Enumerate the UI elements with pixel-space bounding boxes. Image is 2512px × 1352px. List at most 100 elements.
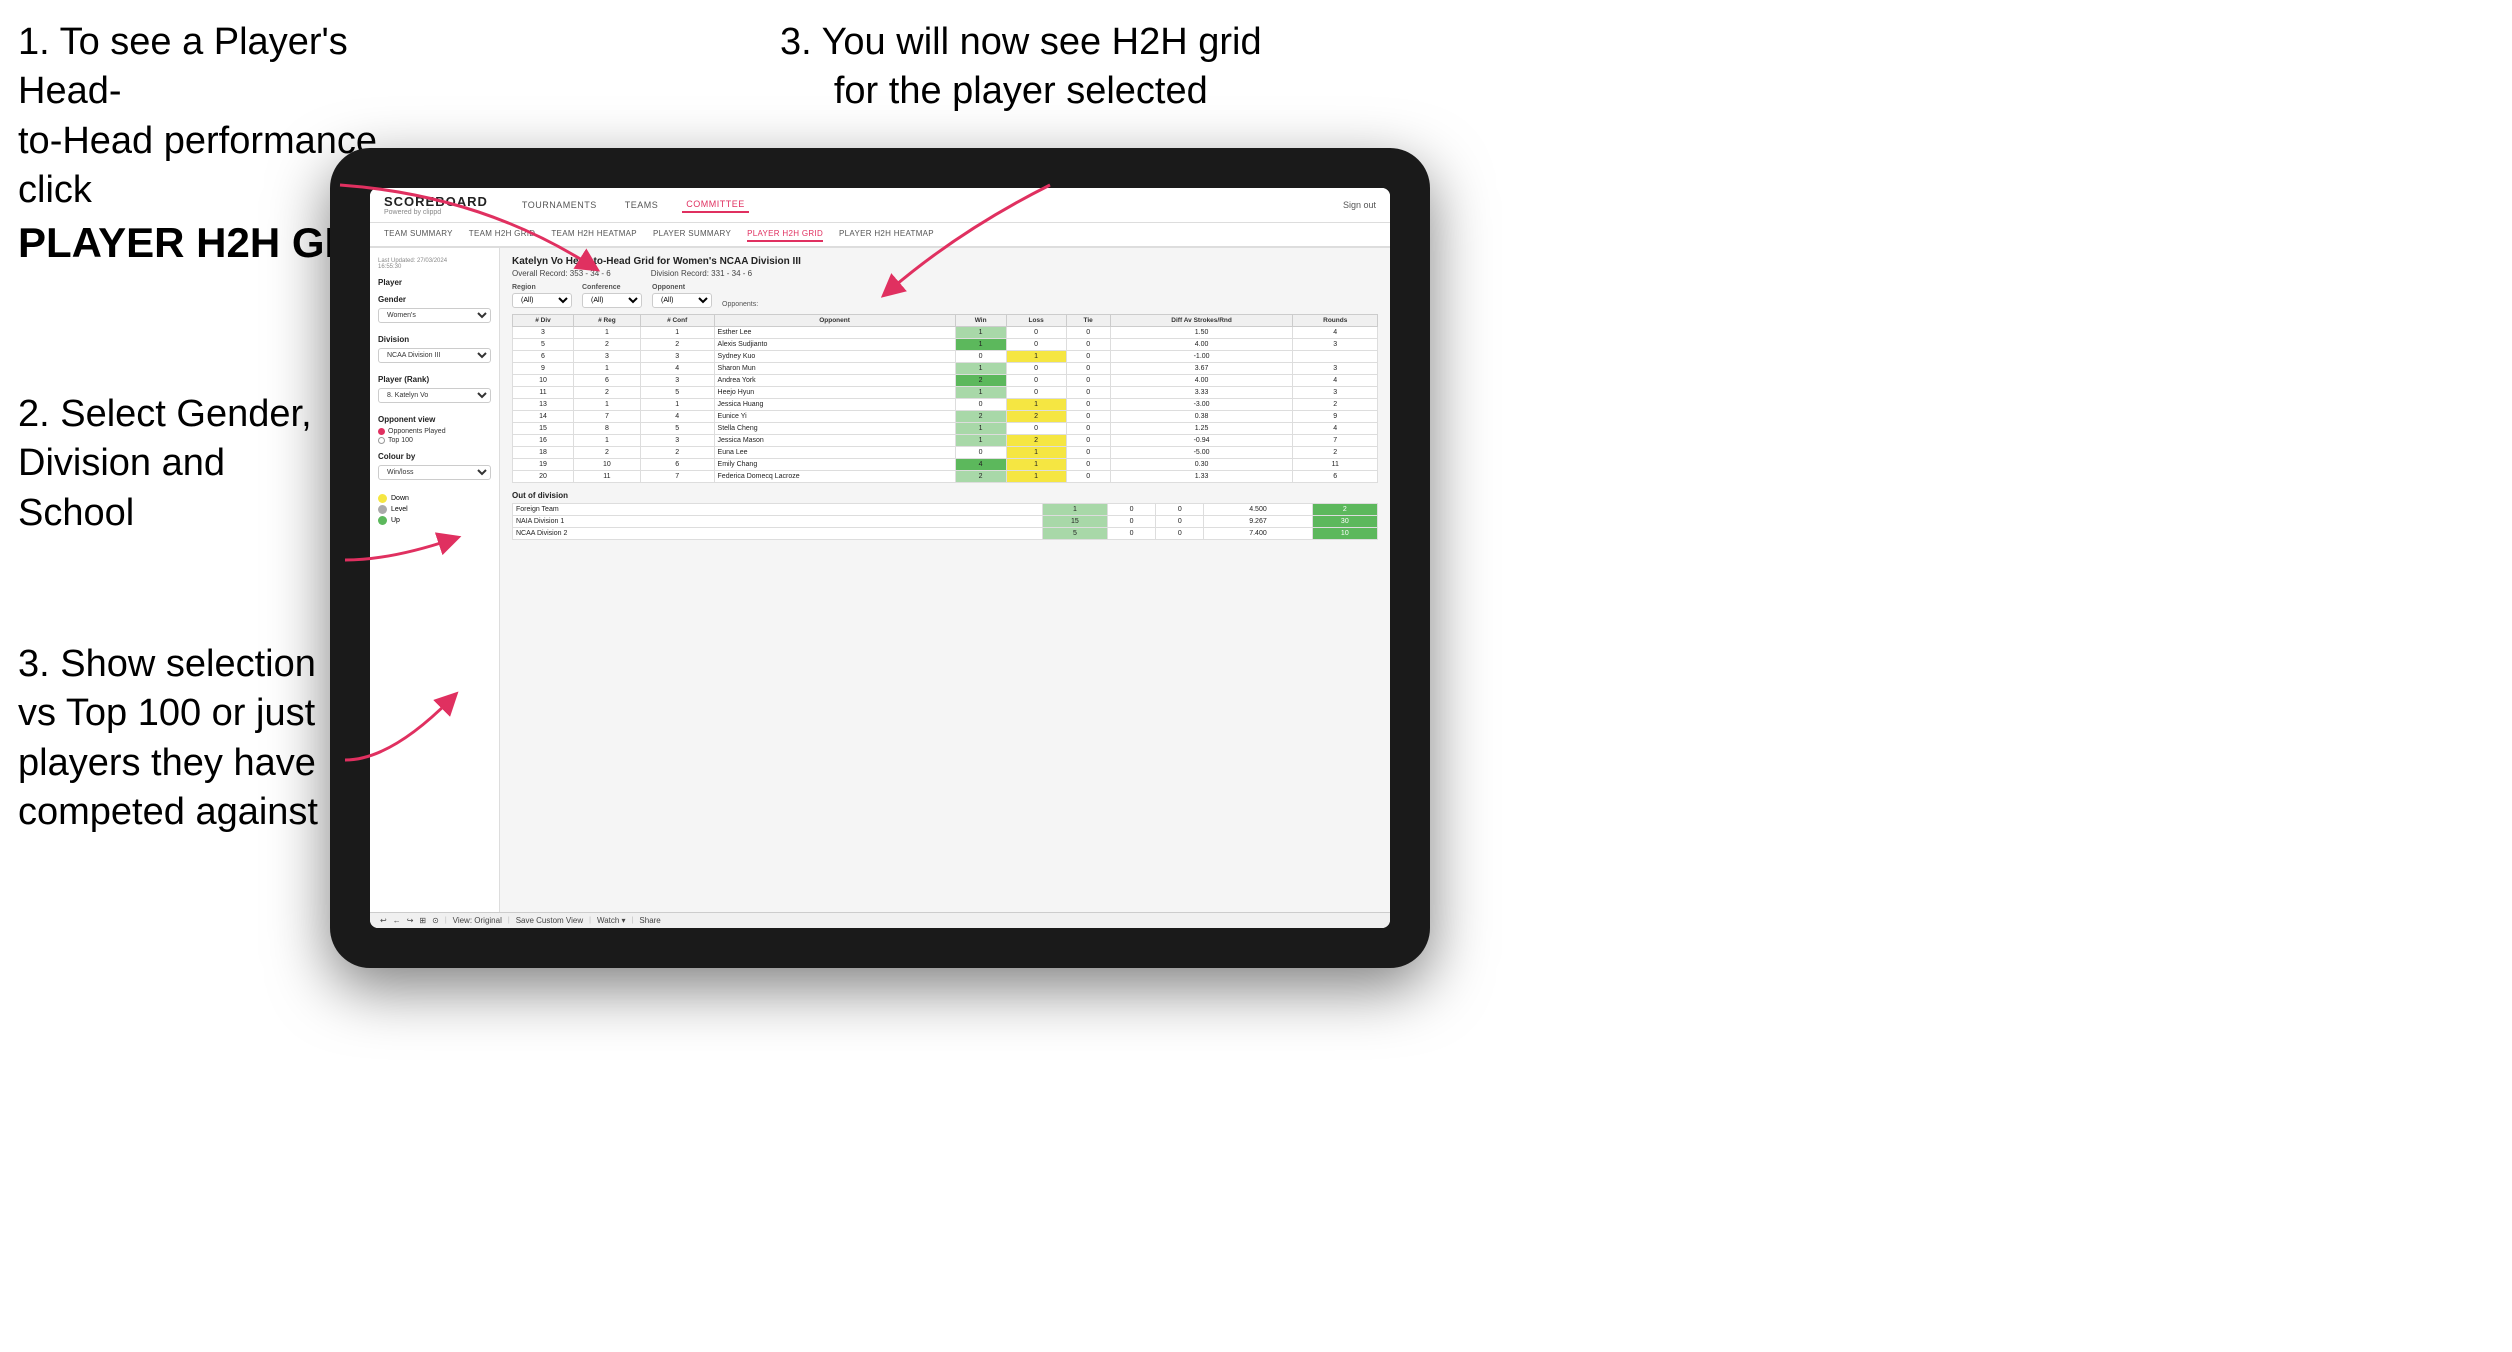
toolbar-more[interactable]: ⊙ bbox=[432, 916, 439, 925]
panel-timestamp: Last Updated: 27/03/202416:55:30 bbox=[378, 258, 491, 270]
cell-reg: 6 bbox=[574, 375, 641, 387]
cell-win: 1 bbox=[955, 339, 1006, 351]
col-diff: Diff Av Strokes/Rnd bbox=[1110, 315, 1293, 327]
cell-tie: 0 bbox=[1066, 363, 1110, 375]
cell-rounds: 3 bbox=[1293, 339, 1378, 351]
cell-rounds: 7 bbox=[1293, 435, 1378, 447]
division-dropdown[interactable]: NCAA Division III bbox=[378, 348, 491, 363]
sign-out[interactable]: Sign out bbox=[1343, 200, 1376, 210]
gender-dropdown[interactable]: Women's bbox=[378, 308, 491, 323]
main-data-table: # Div # Reg # Conf Opponent Win Loss Tie… bbox=[512, 314, 1378, 483]
toolbar-divider-2: | bbox=[508, 917, 510, 924]
cell-reg: 1 bbox=[574, 435, 641, 447]
cell-div: 16 bbox=[513, 435, 574, 447]
table-title: Katelyn Vo Head-to-Head Grid for Women's… bbox=[512, 256, 1378, 267]
toolbar-back[interactable]: ← bbox=[393, 916, 401, 925]
cell-reg: 2 bbox=[574, 339, 641, 351]
ood-win: 15 bbox=[1042, 516, 1107, 528]
sub-nav-player-summary[interactable]: PLAYER SUMMARY bbox=[653, 227, 731, 242]
toolbar-grid[interactable]: ⊞ bbox=[419, 916, 426, 925]
ood-loss: 0 bbox=[1108, 504, 1156, 516]
table-subtitle: Overall Record: 353 - 34 - 6 Division Re… bbox=[512, 269, 1378, 278]
cell-rounds: 4 bbox=[1293, 327, 1378, 339]
overall-record: Overall Record: 353 - 34 - 6 bbox=[512, 269, 611, 278]
cell-win: 2 bbox=[955, 375, 1006, 387]
table-row: 16 1 3 Jessica Mason 1 2 0 -0.94 7 bbox=[513, 435, 1378, 447]
nav-tournaments[interactable]: TOURNAMENTS bbox=[518, 198, 601, 212]
table-row: 9 1 4 Sharon Mun 1 0 0 3.67 3 bbox=[513, 363, 1378, 375]
col-loss: Loss bbox=[1006, 315, 1066, 327]
tablet-screen: SCOREBOARD Powered by clippd TOURNAMENTS… bbox=[370, 188, 1390, 928]
cell-div: 15 bbox=[513, 423, 574, 435]
nav-committee[interactable]: COMMITTEE bbox=[682, 197, 749, 213]
table-row: 19 10 6 Emily Chang 4 1 0 0.30 11 bbox=[513, 459, 1378, 471]
cell-reg: 10 bbox=[574, 459, 641, 471]
toolbar-watch[interactable]: Watch ▾ bbox=[597, 916, 626, 925]
cell-opponent: Alexis Sudjianto bbox=[714, 339, 955, 351]
sub-nav-team-summary[interactable]: TEAM SUMMARY bbox=[384, 227, 453, 242]
toolbar-undo[interactable]: ↩ bbox=[380, 916, 387, 925]
cell-diff: 0.30 bbox=[1110, 459, 1293, 471]
radio-top-100[interactable]: Top 100 bbox=[378, 437, 491, 444]
cell-conf: 2 bbox=[640, 339, 714, 351]
radio-opponents-played[interactable]: Opponents Played bbox=[378, 428, 491, 435]
toolbar-share[interactable]: Share bbox=[639, 916, 660, 925]
sub-nav-player-h2h-heatmap[interactable]: PLAYER H2H HEATMAP bbox=[839, 227, 934, 242]
legend-down: Down bbox=[378, 494, 491, 503]
cell-win: 0 bbox=[955, 447, 1006, 459]
player-rank-dropdown[interactable]: 8. Katelyn Vo bbox=[378, 388, 491, 403]
table-row: 20 11 7 Federica Domecq Lacroze 2 1 0 1.… bbox=[513, 471, 1378, 483]
cell-tie: 0 bbox=[1066, 471, 1110, 483]
filter-region-group: Region (All) bbox=[512, 284, 572, 308]
legend-dot-level bbox=[378, 505, 387, 514]
cell-conf: 5 bbox=[640, 387, 714, 399]
cell-div: 6 bbox=[513, 351, 574, 363]
table-row: 13 1 1 Jessica Huang 0 1 0 -3.00 2 bbox=[513, 399, 1378, 411]
toolbar-redo[interactable]: ↪ bbox=[407, 916, 414, 925]
cell-div: 18 bbox=[513, 447, 574, 459]
cell-conf: 4 bbox=[640, 411, 714, 423]
out-of-division-row: NCAA Division 2 5 0 0 7.400 10 bbox=[513, 528, 1378, 540]
cell-rounds: 9 bbox=[1293, 411, 1378, 423]
cell-conf: 1 bbox=[640, 399, 714, 411]
filter-opponent-select[interactable]: (All) bbox=[652, 293, 712, 308]
cell-loss: 1 bbox=[1006, 447, 1066, 459]
ood-rounds: 30 bbox=[1312, 516, 1377, 528]
gender-label: Gender bbox=[378, 295, 491, 304]
toolbar-save-custom[interactable]: Save Custom View bbox=[516, 916, 583, 925]
nav-teams[interactable]: TEAMS bbox=[621, 198, 663, 212]
cell-loss: 1 bbox=[1006, 351, 1066, 363]
cell-diff: 3.67 bbox=[1110, 363, 1293, 375]
instruction-bot-left: 3. Show selectionvs Top 100 or justplaye… bbox=[18, 640, 318, 838]
sub-nav-team-h2h-heatmap[interactable]: TEAM H2H HEATMAP bbox=[551, 227, 637, 242]
cell-reg: 7 bbox=[574, 411, 641, 423]
legend-dot-up bbox=[378, 516, 387, 525]
ood-diff: 4.500 bbox=[1204, 504, 1312, 516]
player-section-label: Player bbox=[378, 278, 491, 287]
legend-up: Up bbox=[378, 516, 491, 525]
out-of-division-header: Out of division bbox=[512, 491, 1378, 500]
filter-region-select[interactable]: (All) bbox=[512, 293, 572, 308]
cell-tie: 0 bbox=[1066, 387, 1110, 399]
cell-conf: 7 bbox=[640, 471, 714, 483]
table-row: 6 3 3 Sydney Kuo 0 1 0 -1.00 bbox=[513, 351, 1378, 363]
sub-nav-team-h2h-grid[interactable]: TEAM H2H GRID bbox=[469, 227, 536, 242]
cell-diff: 3.33 bbox=[1110, 387, 1293, 399]
cell-diff: -3.00 bbox=[1110, 399, 1293, 411]
instruction-mid-left: 2. Select Gender,Division andSchool bbox=[18, 390, 312, 538]
col-conf: # Conf bbox=[640, 315, 714, 327]
filter-conference-group: Conference (All) bbox=[582, 284, 642, 308]
cell-opponent: Federica Domecq Lacroze bbox=[714, 471, 955, 483]
toolbar-view-original[interactable]: View: Original bbox=[453, 916, 502, 925]
sub-nav-player-h2h-grid[interactable]: PLAYER H2H GRID bbox=[747, 227, 823, 242]
cell-rounds: 3 bbox=[1293, 363, 1378, 375]
right-panel: Katelyn Vo Head-to-Head Grid for Women's… bbox=[500, 248, 1390, 912]
colour-by-dropdown[interactable]: Win/loss bbox=[378, 465, 491, 480]
opponents-label-row: Opponents: bbox=[722, 301, 758, 308]
cell-div: 14 bbox=[513, 411, 574, 423]
cell-loss: 1 bbox=[1006, 399, 1066, 411]
table-row: 10 6 3 Andrea York 2 0 0 4.00 4 bbox=[513, 375, 1378, 387]
colour-legend: Down Level Up bbox=[378, 494, 491, 525]
filter-conference-select[interactable]: (All) bbox=[582, 293, 642, 308]
ood-tie: 0 bbox=[1156, 504, 1204, 516]
